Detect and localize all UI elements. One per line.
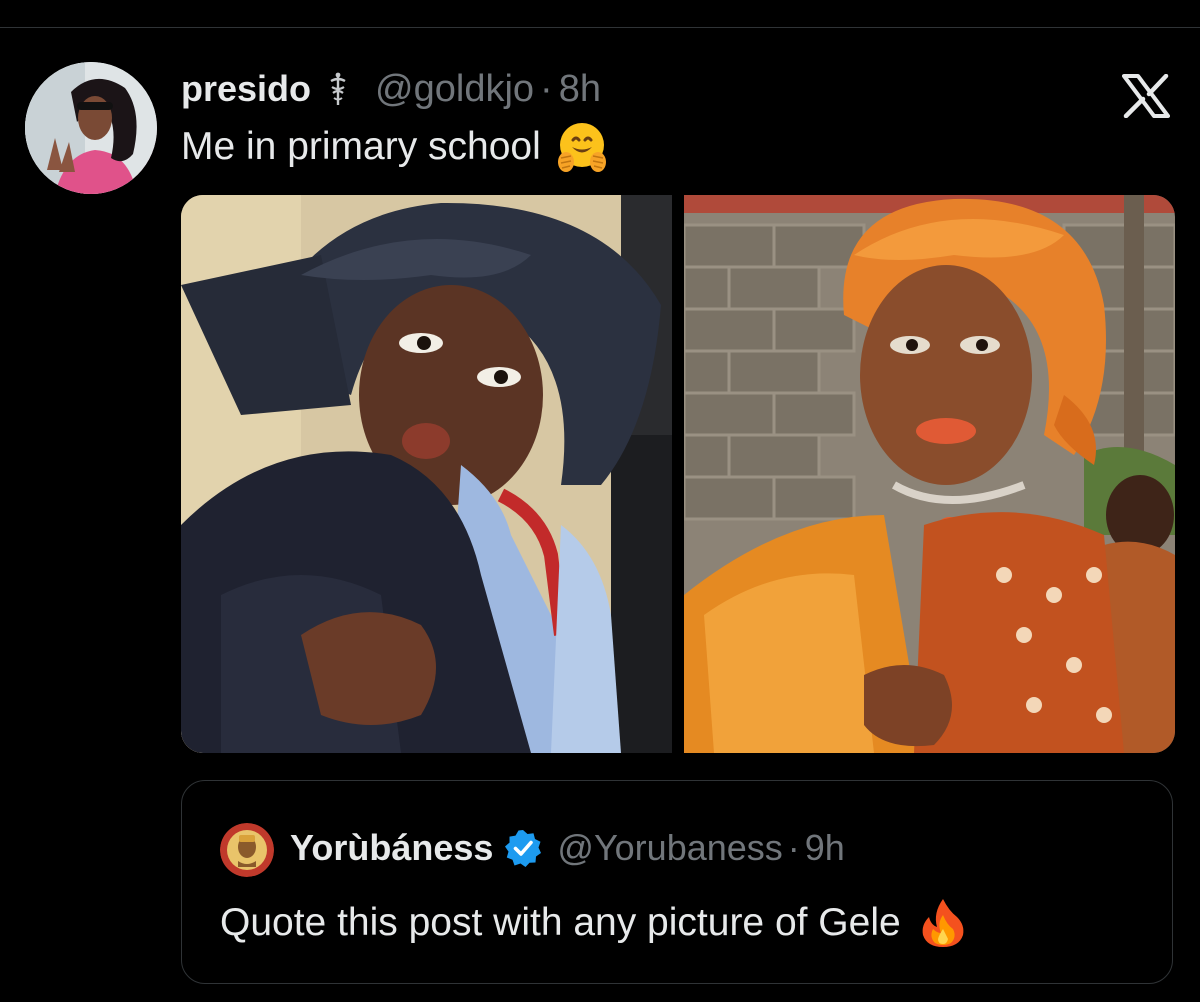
photo-right[interactable] [684,195,1175,753]
post: presido @goldkjo · 8h Me in primary scho… [0,28,1200,1002]
photo-left[interactable] [181,195,672,753]
author-display-name[interactable]: presido [181,68,311,110]
quoted-author-display-name[interactable]: Yorùbáness [290,827,493,869]
author-handle[interactable]: @goldkjo [375,68,534,111]
post-header: presido @goldkjo · 8h [181,68,601,110]
photo-left-image [181,195,672,753]
quoted-post-header: Yorùbáness @Yorubaness · 9h [290,827,845,869]
verified-badge-icon [503,828,543,868]
quoted-post-timestamp[interactable]: 9h [805,827,845,869]
separator-dot: · [540,67,553,110]
post-text: Me in primary school [181,120,609,174]
top-divider [0,0,1200,28]
quoted-author-handle[interactable]: @Yorubaness [557,827,782,869]
post-timestamp[interactable]: 8h [559,68,601,111]
quoted-post[interactable]: Yorùbáness @Yorubaness · 9h Quote this p… [181,780,1173,984]
author-avatar-image [25,62,157,194]
post-media[interactable] [181,195,1175,753]
post-text-content: Me in primary school [181,125,541,168]
x-logo-icon[interactable] [1122,73,1170,119]
quoted-separator-dot: · [787,827,800,868]
quoted-author-avatar[interactable] [220,823,274,877]
fire-emoji-icon [919,897,967,949]
caduceus-icon [325,71,351,107]
hugging-face-emoji-icon [555,120,609,174]
quoted-post-text: Quote this post with any picture of Gele [220,897,967,949]
author-avatar[interactable] [25,62,157,194]
quoted-post-text-content: Quote this post with any picture of Gele [220,901,901,944]
photo-right-image [684,195,1175,753]
